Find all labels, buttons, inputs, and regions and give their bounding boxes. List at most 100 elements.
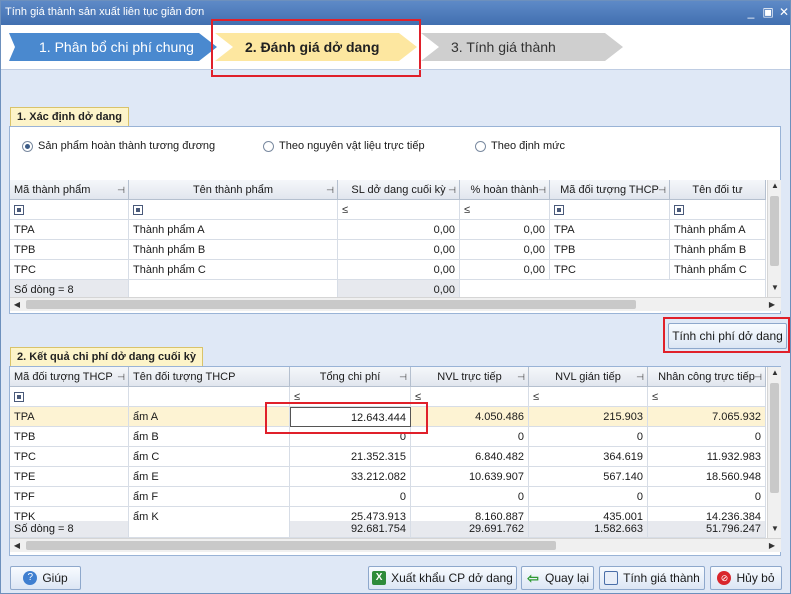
cell[interactable]: 0,00	[460, 240, 550, 260]
cell[interactable]: 0,00	[338, 220, 460, 240]
col-header[interactable]: Nhân công trực tiếp ⊣	[648, 367, 766, 387]
cancel-button[interactable]: ⊘ Hủy bỏ	[710, 566, 782, 590]
back-button[interactable]: ⇦ Quay lại	[521, 566, 594, 590]
cell[interactable]: 6.840.482	[411, 447, 529, 467]
radio-theo-dinh-muc[interactable]: Theo định mức	[475, 140, 565, 152]
table-row-selected[interactable]: TPA ẩm A 12.643.444 4.050.486 215.903 7.…	[10, 407, 766, 427]
cell[interactable]: 0,00	[338, 240, 460, 260]
cell[interactable]: 10.639.907	[411, 467, 529, 487]
excel-icon: X	[372, 570, 387, 585]
col-header[interactable]: Tên thành phẩm ⊣	[129, 180, 338, 200]
cell	[129, 521, 290, 538]
filter-cell[interactable]: ≤	[338, 200, 460, 220]
grid-header-row: Mã đối tượng THCP ⊣ Tên đối tượng THCP Tổ…	[10, 367, 766, 387]
table-row[interactable]: TPB Thành phẩm B 0,00 0,00 TPB Thành phẩ…	[10, 240, 766, 260]
radio-theo-nvl-truc-tiep[interactable]: Theo nguyên vật liệu trực tiếp	[263, 140, 425, 152]
cell[interactable]: 0,00	[338, 260, 460, 280]
table-row[interactable]: TPK ẩm K 25.473.913 8.160.887 435.001 14…	[10, 507, 766, 527]
cell[interactable]: 0	[648, 487, 766, 507]
radio-label: Theo nguyên vật liệu trực tiếp	[279, 140, 425, 152]
step-tinh-gia-thanh[interactable]: 3. Tính giá thành	[421, 33, 623, 61]
horizontal-scrollbar[interactable]: ◀ ▶	[10, 538, 781, 552]
col-header[interactable]: Mã đối tượng THCP ⊣	[550, 180, 670, 200]
cell[interactable]: 567.140	[529, 467, 648, 487]
next-button[interactable]: Tính giá thành	[599, 566, 705, 590]
table-row[interactable]: TPE ẩm E 33.212.082 10.639.907 567.140 1…	[10, 467, 766, 487]
cell[interactable]: 0	[411, 427, 529, 447]
cell[interactable]: 0,00	[460, 260, 550, 280]
table-row[interactable]: TPA Thành phẩm A 0,00 0,00 TPA Thành phẩ…	[10, 220, 766, 240]
horizontal-scrollbar[interactable]: ◀ ▶	[10, 297, 781, 311]
filter-cell[interactable]: ≤	[460, 200, 550, 220]
title-bar: Tính giá thành sản xuất liên tục giản đơ…	[1, 1, 790, 25]
vertical-scrollbar[interactable]: ▲ ▼	[767, 180, 781, 297]
cell[interactable]: 364.619	[529, 447, 648, 467]
filter-cell[interactable]	[10, 200, 129, 220]
export-button[interactable]: X Xuất khẩu CP dở dang	[368, 566, 517, 590]
cell[interactable]: 0,00	[460, 220, 550, 240]
sum-nvl-truc-tiep: 29.691.762	[411, 521, 529, 538]
col-header[interactable]: Mã đối tượng THCP ⊣	[10, 367, 129, 387]
filter-cell[interactable]	[129, 200, 338, 220]
cell[interactable]: 0	[648, 427, 766, 447]
cell[interactable]: 18.560.948	[648, 467, 766, 487]
cell: TPA	[550, 220, 670, 240]
table-row[interactable]: TPC ẩm C 21.352.315 6.840.482 364.619 11…	[10, 447, 766, 467]
divider	[1, 69, 790, 70]
filter-cell[interactable]	[550, 200, 670, 220]
cancel-icon: ⊘	[717, 570, 732, 585]
cell[interactable]: 0	[529, 427, 648, 447]
cell[interactable]: 0	[529, 487, 648, 507]
scroll-left-icon: ◀	[13, 300, 21, 309]
filter-cell[interactable]: ≤	[529, 387, 648, 407]
cell: ẩm F	[129, 487, 290, 507]
step-phan-bo-chi-phi[interactable]: 1. Phân bổ chi phí chung	[9, 33, 217, 61]
calc-wip-button[interactable]: Tính chi phí dở dang	[668, 323, 787, 349]
cell[interactable]: 215.903	[529, 407, 648, 427]
maximize-icon[interactable]: ▣	[760, 4, 776, 20]
minimize-icon[interactable]: _	[743, 4, 759, 20]
scroll-thumb[interactable]	[26, 541, 556, 550]
scroll-thumb[interactable]	[770, 196, 779, 266]
col-header[interactable]: Tên đối tượng THCP	[129, 367, 290, 387]
col-header[interactable]: NVL gián tiếp ⊣	[529, 367, 648, 387]
cell[interactable]: 0	[411, 487, 529, 507]
table-row[interactable]: TPB ẩm B 0 0 0 0	[10, 427, 766, 447]
col-header[interactable]: Tổng chi phí ⊣	[290, 367, 411, 387]
table-row[interactable]: TPC Thành phẩm C 0,00 0,00 TPC Thành phẩ…	[10, 260, 766, 280]
cell: Thành phẩm B	[670, 240, 766, 260]
scroll-thumb[interactable]	[770, 383, 779, 493]
vertical-scrollbar[interactable]: ▲ ▼	[767, 367, 781, 538]
cell: TPC	[10, 260, 129, 280]
col-header[interactable]: NVL trực tiếp ⊣	[411, 367, 529, 387]
table-row[interactable]: TPF ẩm F 0 0 0 0	[10, 487, 766, 507]
radio-san-pham-htt[interactable]: Sản phẩm hoàn thành tương đương	[22, 140, 215, 152]
cell: ẩm A	[129, 407, 290, 427]
col-header[interactable]: SL dở dang cuối kỳ ⊣	[338, 180, 460, 200]
cell[interactable]: 4.050.486	[411, 407, 529, 427]
cell[interactable]: 0	[290, 487, 411, 507]
col-header[interactable]: Mã thành phẩm ⊣	[10, 180, 129, 200]
filter-cell[interactable]: ≤	[290, 387, 411, 407]
cell[interactable]: 7.065.932	[648, 407, 766, 427]
filter-cell[interactable]	[670, 200, 766, 220]
filter-cell[interactable]: ≤	[648, 387, 766, 407]
cell[interactable]: 21.352.315	[290, 447, 411, 467]
help-button[interactable]: ? Giúp	[10, 566, 81, 590]
sum-nhan-cong: 51.796.247	[648, 521, 766, 538]
filter-cell[interactable]	[10, 387, 129, 407]
cell[interactable]: 0	[290, 427, 411, 447]
cell[interactable]: 33.212.082	[290, 467, 411, 487]
scroll-thumb[interactable]	[26, 300, 636, 309]
filter-cell[interactable]	[129, 387, 290, 407]
cell-editing[interactable]: 12.643.444	[290, 407, 411, 427]
row-count: Số dòng = 8	[10, 521, 129, 538]
step-danh-gia-do-dang[interactable]: 2. Đánh giá dở dang	[215, 33, 417, 61]
cell[interactable]: 11.932.983	[648, 447, 766, 467]
filter-cell[interactable]: ≤	[411, 387, 529, 407]
col-header[interactable]: % hoàn thành ⊣	[460, 180, 550, 200]
col-header[interactable]: Tên đối tư	[670, 180, 766, 200]
close-icon[interactable]: ✕	[776, 4, 791, 20]
row-count: Số dòng = 8	[10, 280, 129, 297]
main-window: Tính giá thành sản xuất liên tục giản đơ…	[0, 0, 791, 594]
